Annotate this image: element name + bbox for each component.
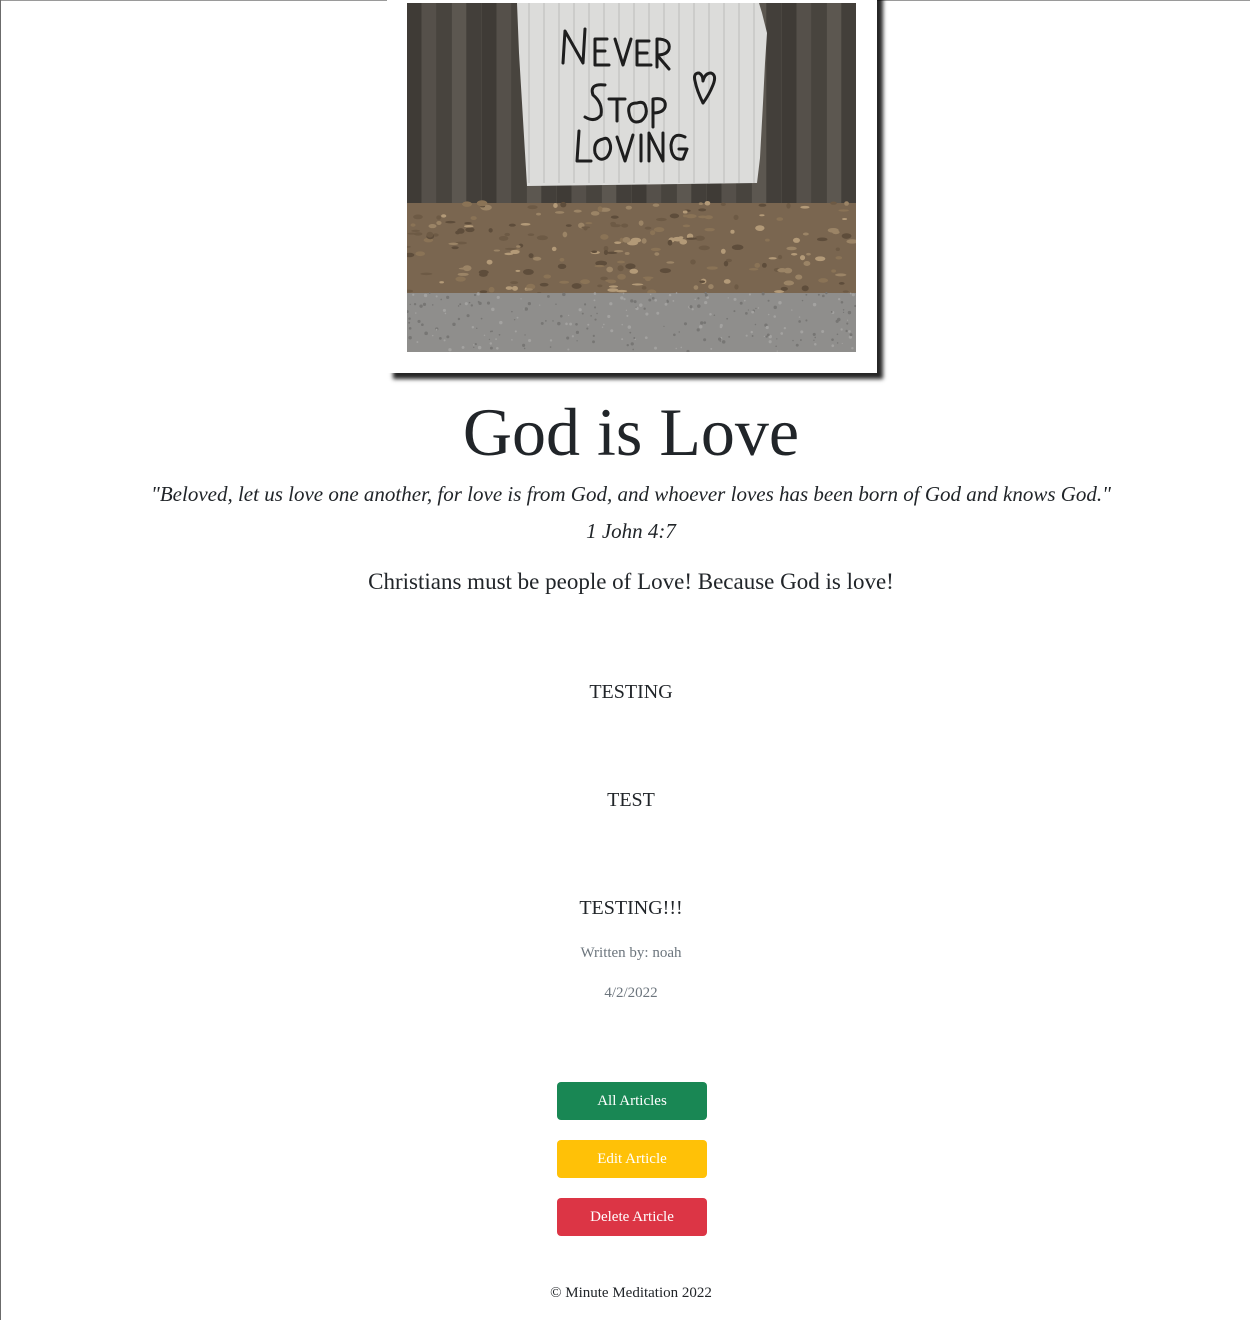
- article-paragraph: TESTING: [589, 681, 673, 703]
- all-articles-button[interactable]: All Articles: [557, 1082, 707, 1120]
- article-date: 4/2/2022: [604, 985, 658, 1001]
- delete-article-button[interactable]: Delete Article: [557, 1198, 707, 1236]
- article-image: [407, 3, 856, 352]
- article-paragraph: TESTING!!!: [579, 897, 683, 919]
- footer-copyright: © Minute Meditation 2022: [550, 1285, 712, 1301]
- verse-quote: "Beloved, let us love one another, for l…: [151, 482, 1111, 506]
- window-left-border: [0, 0, 1, 1320]
- article-image-frame: [387, 0, 877, 373]
- author-line: Written by: noah: [580, 945, 682, 961]
- article-summary: Christians must be people of Love! Becau…: [368, 569, 894, 594]
- article-title: God is Love: [462, 394, 800, 470]
- verse-reference: 1 John 4:7: [586, 519, 676, 543]
- article-paragraph: TEST: [607, 789, 655, 811]
- edit-article-button[interactable]: Edit Article: [557, 1140, 707, 1178]
